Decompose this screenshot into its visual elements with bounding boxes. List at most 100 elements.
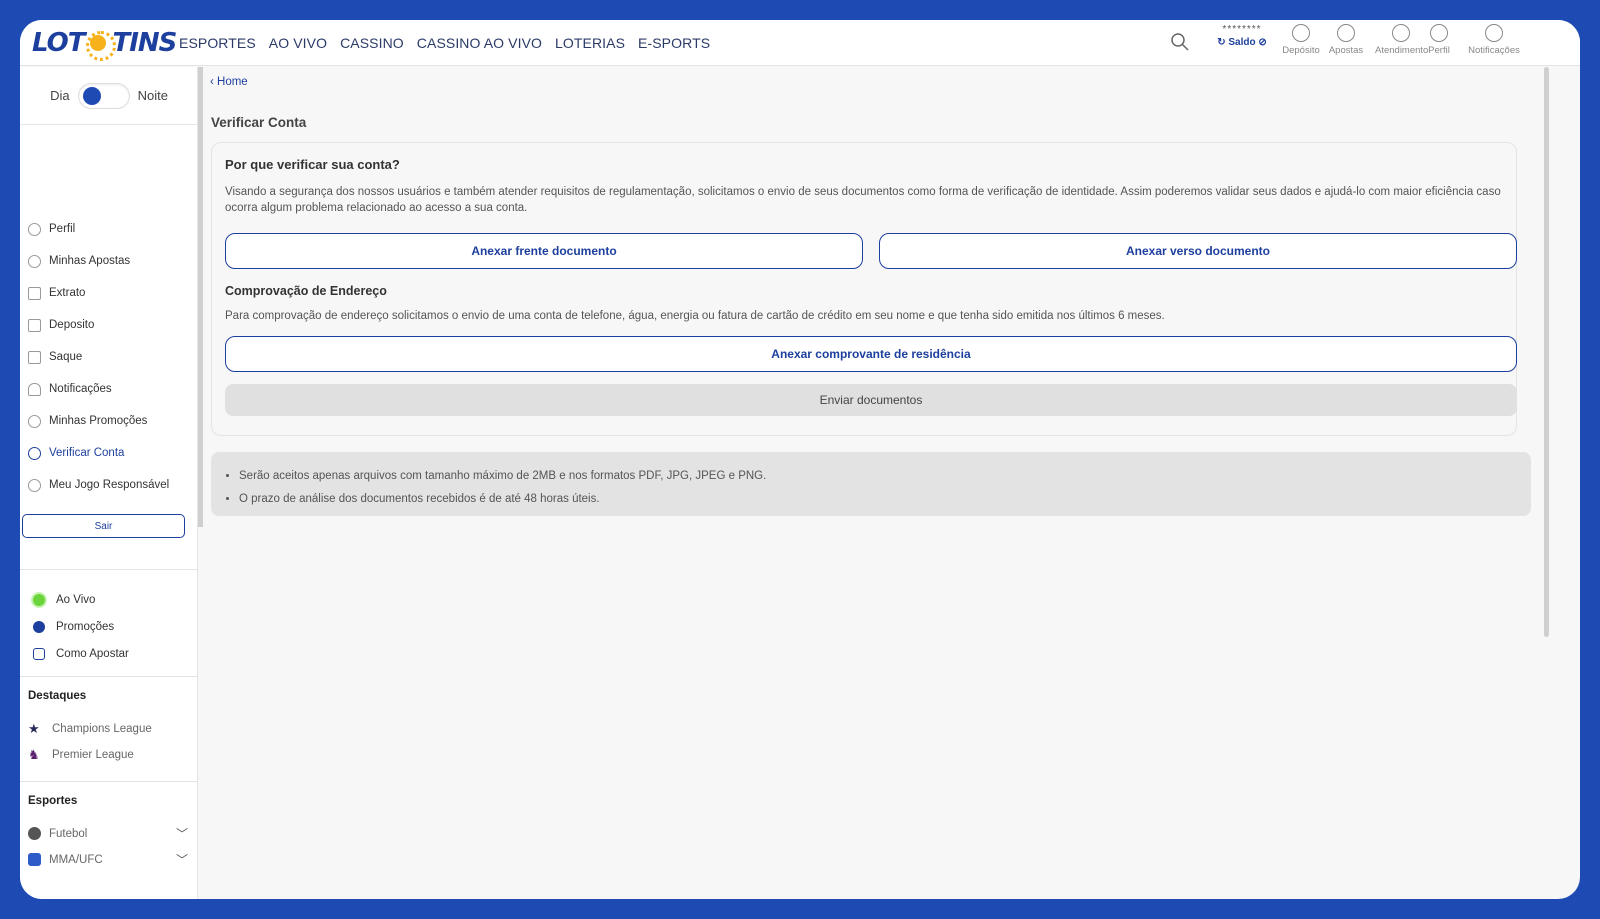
lion-icon: ♞	[28, 747, 40, 762]
nav-e-sports[interactable]: E-SPORTS	[638, 35, 710, 51]
live-icon	[33, 593, 45, 606]
logout-button[interactable]: Sair	[22, 514, 185, 538]
quick-link-label: Ao Vivo	[56, 593, 96, 606]
sun-icon	[85, 30, 117, 61]
headset-icon	[1392, 24, 1410, 42]
sport-label: Futebol	[49, 827, 88, 840]
statement-icon	[28, 286, 41, 300]
sidebar-item-verificar-conta[interactable]: Verificar Conta	[20, 437, 198, 469]
nav-cassino[interactable]: CASSINO	[340, 35, 404, 51]
sidebar-item-label: Minhas Apostas	[49, 255, 131, 267]
note-item: Serão aceitos apenas arquivos com tamanh…	[239, 465, 1531, 488]
sidebar-item-label: Extrato	[49, 287, 86, 299]
chevron-left-icon: ‹	[210, 76, 218, 88]
profile-button[interactable]: Perfil	[1413, 24, 1465, 56]
chevron-down-icon[interactable]: ﹀	[176, 851, 188, 868]
send-documents-button[interactable]: Enviar documentos	[225, 384, 1517, 416]
chevron-down-icon[interactable]: ﹀	[176, 825, 188, 842]
logo-text-left: LOT	[32, 28, 85, 58]
logo[interactable]: LOT TINS	[32, 26, 177, 61]
main-nav: ESPORTES AO VIVO CASSINO CASSINO AO VIVO…	[179, 20, 723, 66]
soccer-ball-icon	[28, 827, 41, 840]
sidebar-item-perfil[interactable]: Perfil	[20, 213, 198, 245]
sidebar-item-label: Verificar Conta	[49, 447, 125, 459]
sidebar-item-minhas-promocoes[interactable]: Minhas Promoções	[20, 405, 198, 437]
percent-icon	[33, 620, 45, 633]
logo-text-right: TINS	[112, 28, 177, 58]
sidebar-item-label: Notificações	[49, 383, 112, 395]
rocket-icon	[33, 647, 45, 660]
quick-link-ao-vivo[interactable]: Ao Vivo	[20, 586, 198, 613]
upload-notes: Serão aceitos apenas arquivos com tamanh…	[211, 452, 1531, 516]
responsible-game-icon	[28, 478, 41, 492]
balance[interactable]: ******** ↻ Saldo ⊘	[1212, 24, 1272, 50]
verification-card: Por que verificar sua conta? Visando a s…	[211, 142, 1517, 436]
sport-futebol[interactable]: Futebol ﹀	[28, 825, 188, 842]
sport-label: MMA/UFC	[49, 853, 103, 866]
quick-links: Ao Vivo Promoções Como Apostar	[20, 586, 198, 667]
nav-loterias[interactable]: LOTERIAS	[555, 35, 625, 51]
quick-link-label: Como Apostar	[56, 647, 129, 660]
nav-esportes[interactable]: ESPORTES	[179, 35, 256, 51]
eye-off-icon[interactable]: ⊘	[1256, 37, 1266, 48]
sidebar-item-label: Meu Jogo Responsável	[49, 479, 170, 491]
page-title: Verificar Conta	[211, 115, 307, 130]
divider	[20, 676, 198, 677]
theme-toggle[interactable]	[77, 82, 130, 109]
notifications-button[interactable]: Notificações	[1468, 24, 1520, 56]
sidebar-item-label: Saque	[49, 351, 83, 363]
page-scrollbar[interactable]	[1544, 67, 1549, 637]
highlight-premier-league[interactable]: ♞ Premier League	[28, 748, 134, 761]
sidebar-item-extrato[interactable]: Extrato	[20, 277, 198, 309]
deposit-icon	[1292, 24, 1310, 42]
why-verify-title: Por que verificar sua conta?	[225, 157, 400, 172]
quick-link-como-apostar[interactable]: Como Apostar	[20, 640, 198, 667]
breadcrumb[interactable]: ‹ Home	[210, 76, 248, 88]
sidebar-item-label: Perfil	[49, 223, 76, 235]
theme-night-label: Noite	[137, 88, 168, 103]
attach-back-button[interactable]: Anexar verso documento	[879, 233, 1517, 269]
theme-day-label: Dia	[50, 88, 70, 103]
user-icon	[1430, 24, 1448, 42]
sidebar-scrollbar[interactable]	[198, 67, 203, 527]
nav-cassino-ao-vivo[interactable]: CASSINO AO VIVO	[417, 35, 542, 51]
nav-ao-vivo[interactable]: AO VIVO	[269, 35, 327, 51]
sidebar-item-label: Deposito	[49, 319, 95, 331]
sidebar-item-deposito[interactable]: Deposito	[20, 309, 198, 341]
refresh-icon[interactable]: ↻	[1217, 37, 1228, 48]
star-icon: ★	[28, 721, 40, 736]
toggle-knob	[82, 86, 101, 105]
quick-link-label: Promoções	[56, 620, 115, 633]
app-window: LOT TINS ESPORTES AO VIVO CASSINO CASSIN…	[20, 20, 1580, 899]
shield-icon	[28, 446, 41, 460]
sidebar-item-meu-jogo-responsavel[interactable]: Meu Jogo Responsável	[20, 469, 198, 501]
bell-icon	[28, 382, 41, 396]
highlights-title: Destaques	[28, 690, 87, 702]
note-item: O prazo de análise dos documentos recebi…	[239, 488, 1531, 511]
breadcrumb-home[interactable]: Home	[217, 76, 248, 88]
address-proof-title: Comprovação de Endereço	[225, 284, 387, 298]
quick-link-promocoes[interactable]: Promoções	[20, 613, 198, 640]
attach-address-button[interactable]: Anexar comprovante de residência	[225, 336, 1517, 372]
highlight-champions-league[interactable]: ★ Champions League	[28, 722, 152, 735]
bets-label: Apostas	[1328, 45, 1364, 56]
balance-label: Saldo	[1228, 37, 1256, 48]
why-verify-text: Visando a segurança dos nossos usuários …	[225, 186, 1501, 214]
sport-mma-ufc[interactable]: MMA/UFC ﹀	[28, 851, 188, 868]
profile-label: Perfil	[1428, 45, 1450, 56]
bets-button[interactable]: Apostas	[1320, 24, 1372, 56]
glove-icon	[28, 853, 41, 866]
league-label: Champions League	[52, 722, 152, 735]
divider	[20, 781, 198, 782]
bell-icon	[1485, 24, 1503, 42]
account-menu: Perfil Minhas Apostas Extrato Deposito S…	[20, 213, 198, 501]
sidebar-item-minhas-apostas[interactable]: Minhas Apostas	[20, 245, 198, 277]
search-icon[interactable]	[1170, 32, 1190, 52]
sidebar-item-notificacoes[interactable]: Notificações	[20, 373, 198, 405]
deposit-icon	[28, 318, 41, 332]
sidebar-item-saque[interactable]: Saque	[20, 341, 198, 373]
divider	[20, 569, 198, 570]
attach-front-button[interactable]: Anexar frente documento	[225, 233, 863, 269]
balance-hidden-value: ********	[1222, 24, 1262, 35]
sidebar-item-label: Minhas Promoções	[49, 415, 148, 427]
